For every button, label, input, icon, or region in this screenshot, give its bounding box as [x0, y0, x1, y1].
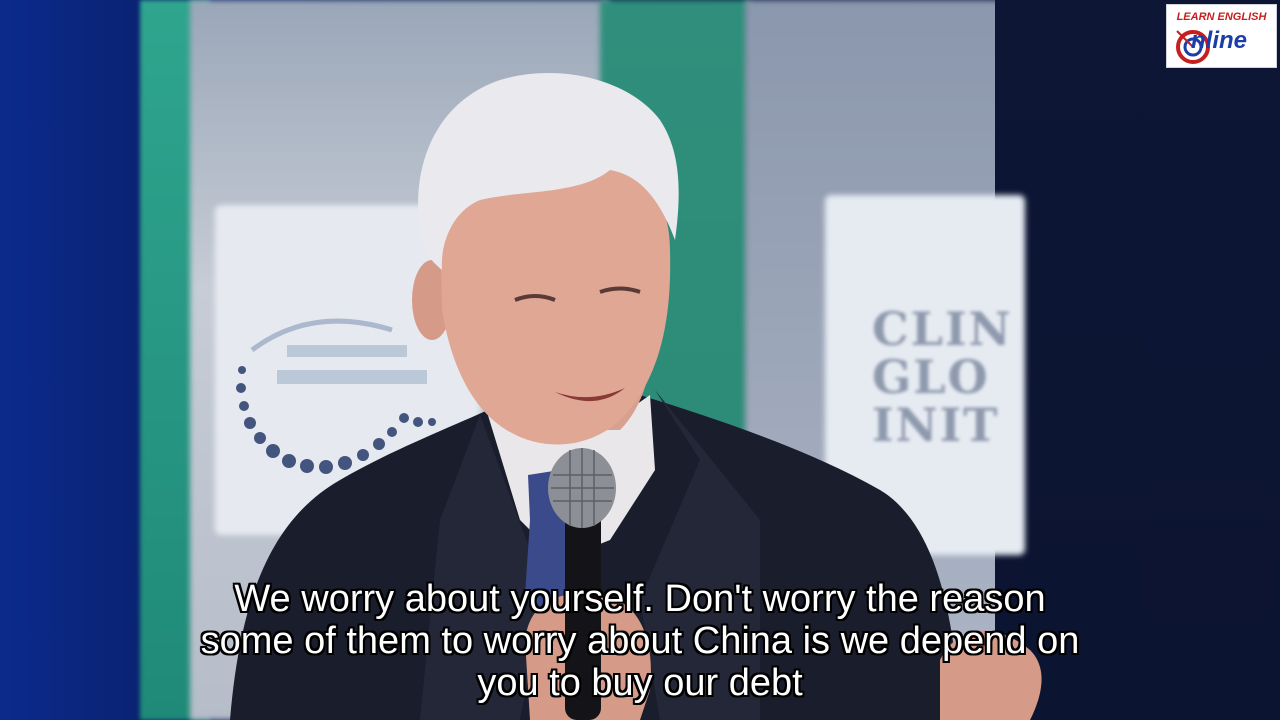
subtitle-block: We worry about yourself. Don't worry the…	[0, 578, 1280, 704]
subtitle-line-1: We worry about yourself. Don't worry the…	[234, 578, 1046, 620]
watermark-line2: nline	[1191, 27, 1248, 54]
video-frame: CLIN GLO INIT LEARN ENGLISH nline We wor…	[0, 0, 1280, 720]
subtitle-line-3: you to buy our debt	[477, 662, 803, 704]
watermark-line1: LEARN ENGLISH	[1176, 11, 1267, 23]
subtitle-line-2: some of them to worry about China is we …	[200, 620, 1080, 662]
channel-watermark: LEARN ENGLISH nline	[1166, 4, 1277, 68]
